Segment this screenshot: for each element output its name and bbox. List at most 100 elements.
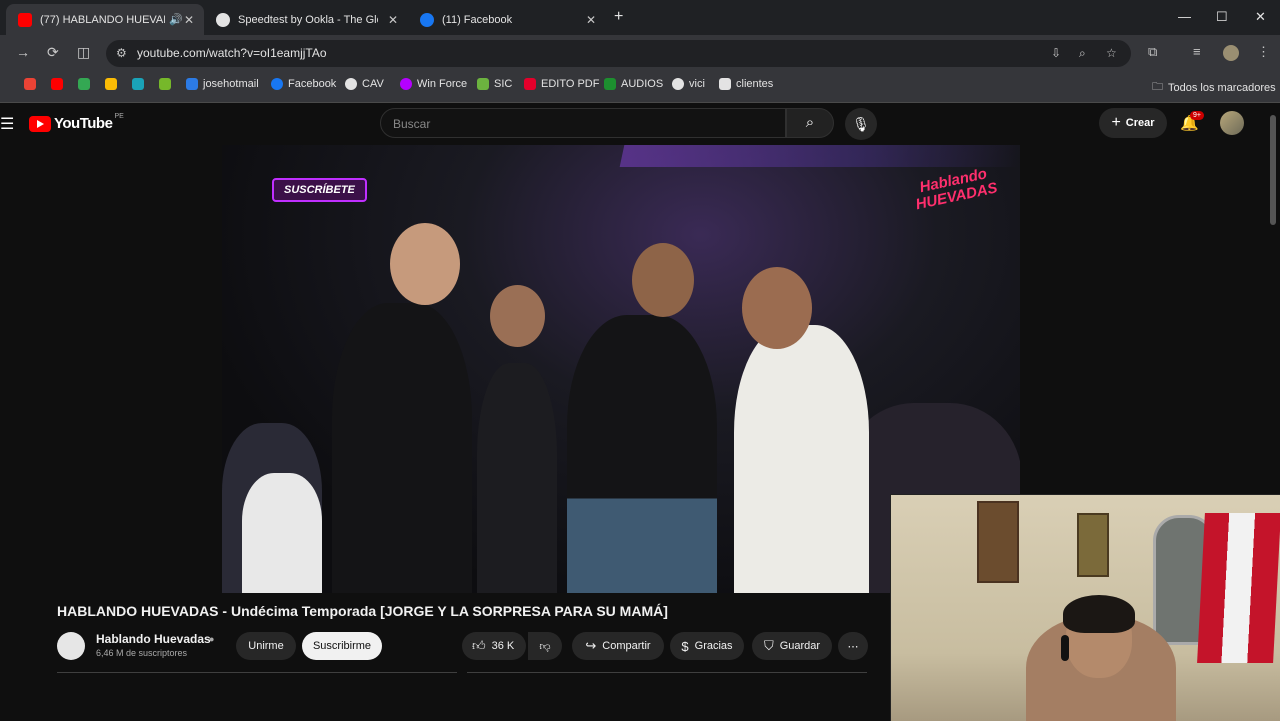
minimize-button[interactable]: — bbox=[1178, 9, 1191, 24]
bookmark-facebook[interactable]: Facebook bbox=[271, 78, 336, 90]
maximize-button[interactable]: ☐ bbox=[1216, 9, 1228, 25]
speedtest-favicon-icon bbox=[216, 12, 230, 27]
bookmark-cav[interactable]: CAV bbox=[345, 78, 384, 90]
guest-figure bbox=[567, 315, 717, 593]
new-tab-button[interactable]: + bbox=[614, 8, 623, 26]
youtube-play-icon bbox=[29, 115, 51, 132]
bookmark-josehotmail[interactable]: josehotmail bbox=[186, 78, 259, 90]
tab-speedtest[interactable]: Speedtest by Ookla - The Glob ✕ bbox=[204, 4, 408, 35]
hamburger-menu-icon[interactable]: ☰ bbox=[0, 114, 14, 134]
host-left-head bbox=[390, 223, 460, 305]
more-actions-button[interactable]: ⋯ bbox=[838, 632, 868, 660]
subscriber-count: 6,46 M de suscriptores bbox=[96, 648, 188, 658]
microphone-icon: 🎙 bbox=[852, 116, 870, 132]
tab-facebook[interactable]: (11) Facebook ✕ bbox=[408, 4, 606, 35]
webcam-overlay bbox=[890, 494, 1280, 721]
guest-boy-figure bbox=[477, 363, 557, 593]
account-avatar[interactable] bbox=[1220, 111, 1244, 135]
save-button[interactable]: ⛉ Guardar bbox=[752, 632, 832, 660]
reload-icon[interactable]: ⟳ bbox=[47, 44, 59, 61]
channel-avatar[interactable] bbox=[57, 632, 85, 660]
wall-picture bbox=[1077, 513, 1109, 577]
wall-picture bbox=[977, 501, 1019, 583]
create-button[interactable]: + Crear bbox=[1099, 108, 1167, 138]
split-view-icon[interactable]: ◫ bbox=[77, 44, 90, 61]
youtube-masthead: ☰ YouTube PE Buscar ⌕ 🎙 + Crear 🔔 9+ bbox=[0, 103, 1280, 143]
share-button[interactable]: ↪ Compartir bbox=[572, 632, 664, 660]
media-control-icon[interactable]: ≡ bbox=[1193, 44, 1201, 59]
subscribe-button[interactable]: Suscribirme bbox=[302, 632, 382, 660]
all-bookmarks-folder[interactable]: 🗀 Todos los marcadores bbox=[1152, 78, 1276, 97]
folder-icon: 🗀 bbox=[1152, 81, 1163, 93]
globe-icon bbox=[345, 78, 357, 90]
youtube-logo[interactable]: YouTube PE bbox=[29, 113, 124, 132]
outlook-icon bbox=[186, 78, 198, 90]
verified-icon: ● bbox=[209, 634, 215, 644]
thumbs-up-icon: 👍︎ bbox=[472, 638, 486, 653]
bookmark-audios[interactable]: AUDIOS bbox=[604, 78, 663, 90]
profile-avatar[interactable] bbox=[1223, 45, 1239, 61]
headset bbox=[1061, 635, 1069, 661]
star-icon[interactable]: ☆ bbox=[1106, 46, 1117, 60]
comments-box-edge bbox=[467, 672, 867, 683]
like-button[interactable]: 👍︎ 36 K bbox=[462, 632, 526, 660]
tab-title: Speedtest by Ookla - The Glob bbox=[238, 13, 378, 26]
facebook-icon bbox=[271, 78, 283, 90]
bookmark-youtube-icon[interactable] bbox=[51, 78, 68, 90]
guest-boy-head bbox=[490, 285, 545, 347]
bookmark-check-icon[interactable] bbox=[159, 78, 176, 90]
channel-name[interactable]: Hablando Huevadas bbox=[96, 632, 211, 646]
dislike-button[interactable]: 👎︎ bbox=[528, 632, 562, 660]
streamer-hair bbox=[1063, 595, 1135, 633]
zoom-icon[interactable]: ⌕ bbox=[1079, 46, 1086, 61]
bookmark-vici[interactable]: vici bbox=[672, 78, 705, 90]
back-icon[interactable]: → bbox=[16, 44, 30, 60]
audience-silhouette bbox=[242, 473, 322, 593]
close-window-button[interactable]: ✕ bbox=[1255, 9, 1266, 25]
bookmark-sic[interactable]: SIC bbox=[477, 78, 512, 90]
clientes-icon bbox=[719, 78, 731, 90]
video-title: HABLANDO HUEVADAS - Undécima Temporada [… bbox=[57, 603, 668, 619]
close-tab-icon[interactable]: ✕ bbox=[184, 13, 194, 27]
share-icon: ↪ bbox=[585, 638, 597, 653]
guest-head bbox=[632, 243, 694, 317]
tab-title: (77) HABLANDO HUEVADAS bbox=[40, 13, 165, 26]
bookmark-maps-icon[interactable] bbox=[78, 78, 95, 90]
thanks-button[interactable]: $ Gracias bbox=[670, 632, 744, 660]
subscribe-overlay-tag: SUSCRÍBETE bbox=[272, 178, 367, 202]
tab-strip: (77) HABLANDO HUEVADAS 🔊 ✕ Speedtest by … bbox=[0, 0, 1280, 35]
host-left-figure bbox=[332, 303, 472, 593]
bookmark-winforce[interactable]: Win Force bbox=[400, 78, 467, 90]
host-right-figure bbox=[734, 325, 869, 593]
search-button[interactable]: ⌕ bbox=[786, 108, 834, 138]
bookmark-gmail-icon[interactable] bbox=[24, 78, 41, 90]
more-icon: ⋯ bbox=[847, 640, 859, 653]
page-scrollbar[interactable] bbox=[1270, 115, 1276, 225]
close-tab-icon[interactable]: ✕ bbox=[388, 13, 398, 27]
site-info-icon[interactable]: ⚙ bbox=[116, 46, 127, 60]
voice-search-button[interactable]: 🎙 bbox=[845, 108, 877, 140]
close-tab-icon[interactable]: ✕ bbox=[586, 13, 596, 27]
address-text[interactable]: youtube.com/watch?v=oI1eamjjTAo bbox=[137, 46, 327, 60]
globe-icon bbox=[672, 78, 684, 90]
address-bar[interactable]: ⚙ youtube.com/watch?v=oI1eamjjTAo ⇩ ⌕ ☆ bbox=[106, 40, 1131, 67]
peru-flag bbox=[1197, 513, 1280, 663]
winforce-icon bbox=[400, 78, 412, 90]
search-input[interactable]: Buscar bbox=[380, 108, 786, 138]
description-box-edge bbox=[57, 672, 457, 683]
join-button[interactable]: Unirme bbox=[236, 632, 296, 660]
speaker-icon[interactable]: 🔊 bbox=[169, 13, 183, 26]
tab-youtube[interactable]: (77) HABLANDO HUEVADAS 🔊 ✕ bbox=[6, 4, 204, 35]
sic-icon bbox=[477, 78, 489, 90]
bookmark-edge-icon[interactable] bbox=[132, 78, 149, 90]
thumbs-down-icon: 👎︎ bbox=[539, 640, 551, 653]
menu-icon[interactable]: ⋮ bbox=[1257, 44, 1270, 60]
install-icon[interactable]: ⇩ bbox=[1051, 46, 1061, 60]
bookmark-clientes[interactable]: clientes bbox=[719, 78, 773, 90]
bookmark-photos-icon[interactable] bbox=[105, 78, 122, 90]
bookmark-edito-pdf[interactable]: EDITO PDF bbox=[524, 78, 599, 90]
tab-title: (11) Facebook bbox=[442, 13, 513, 26]
extensions-icon[interactable]: ⧉ bbox=[1148, 44, 1157, 60]
bookmarks-bar: josehotmail Facebook CAV Win Force SIC E… bbox=[0, 70, 1280, 103]
thanks-icon: $ bbox=[681, 638, 689, 654]
